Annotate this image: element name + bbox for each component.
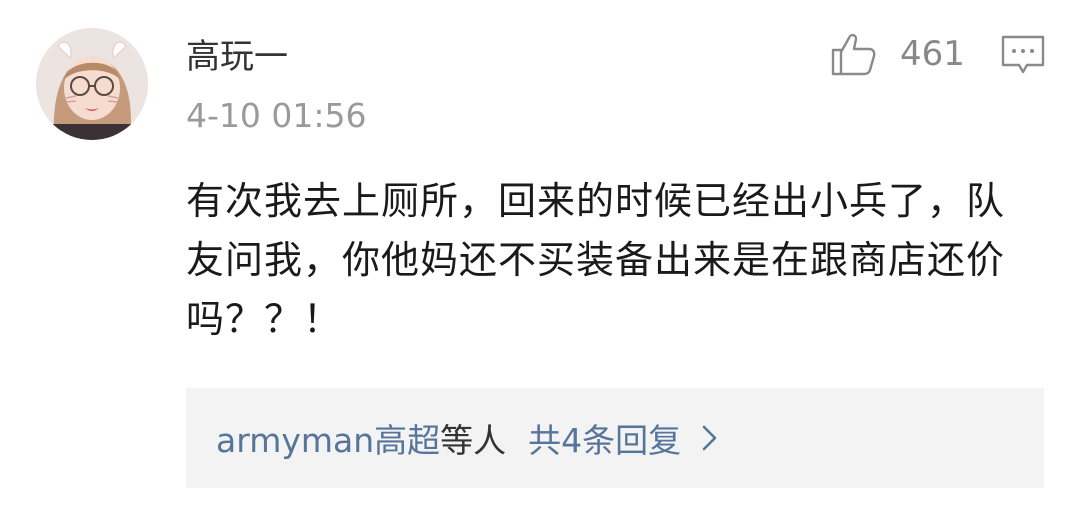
thumbs-up-icon (831, 33, 876, 76)
avatar[interactable] (36, 28, 148, 140)
reply-others-text: 等人 (440, 421, 507, 460)
timestamp: 4-10 01:56 (186, 96, 367, 135)
comment-bubble-icon[interactable] (1000, 34, 1046, 76)
username[interactable]: 高玩一 (186, 34, 288, 80)
replies-preview[interactable]: armyman高超 等人 共4条回复 (186, 388, 1044, 488)
comment-text: 有次我去上厕所，回来的时候已经出小兵了，队友问我，你他妈还不买装备出来是在跟商店… (186, 179, 1006, 341)
like-count: 461 (900, 34, 965, 74)
avatar-image (36, 28, 148, 140)
chevron-right-icon[interactable] (701, 424, 719, 452)
reply-users-link[interactable]: armyman高超 (216, 414, 440, 462)
reply-count-link[interactable]: 共4条回复 (528, 414, 681, 462)
like-button[interactable]: 461 (828, 28, 965, 80)
